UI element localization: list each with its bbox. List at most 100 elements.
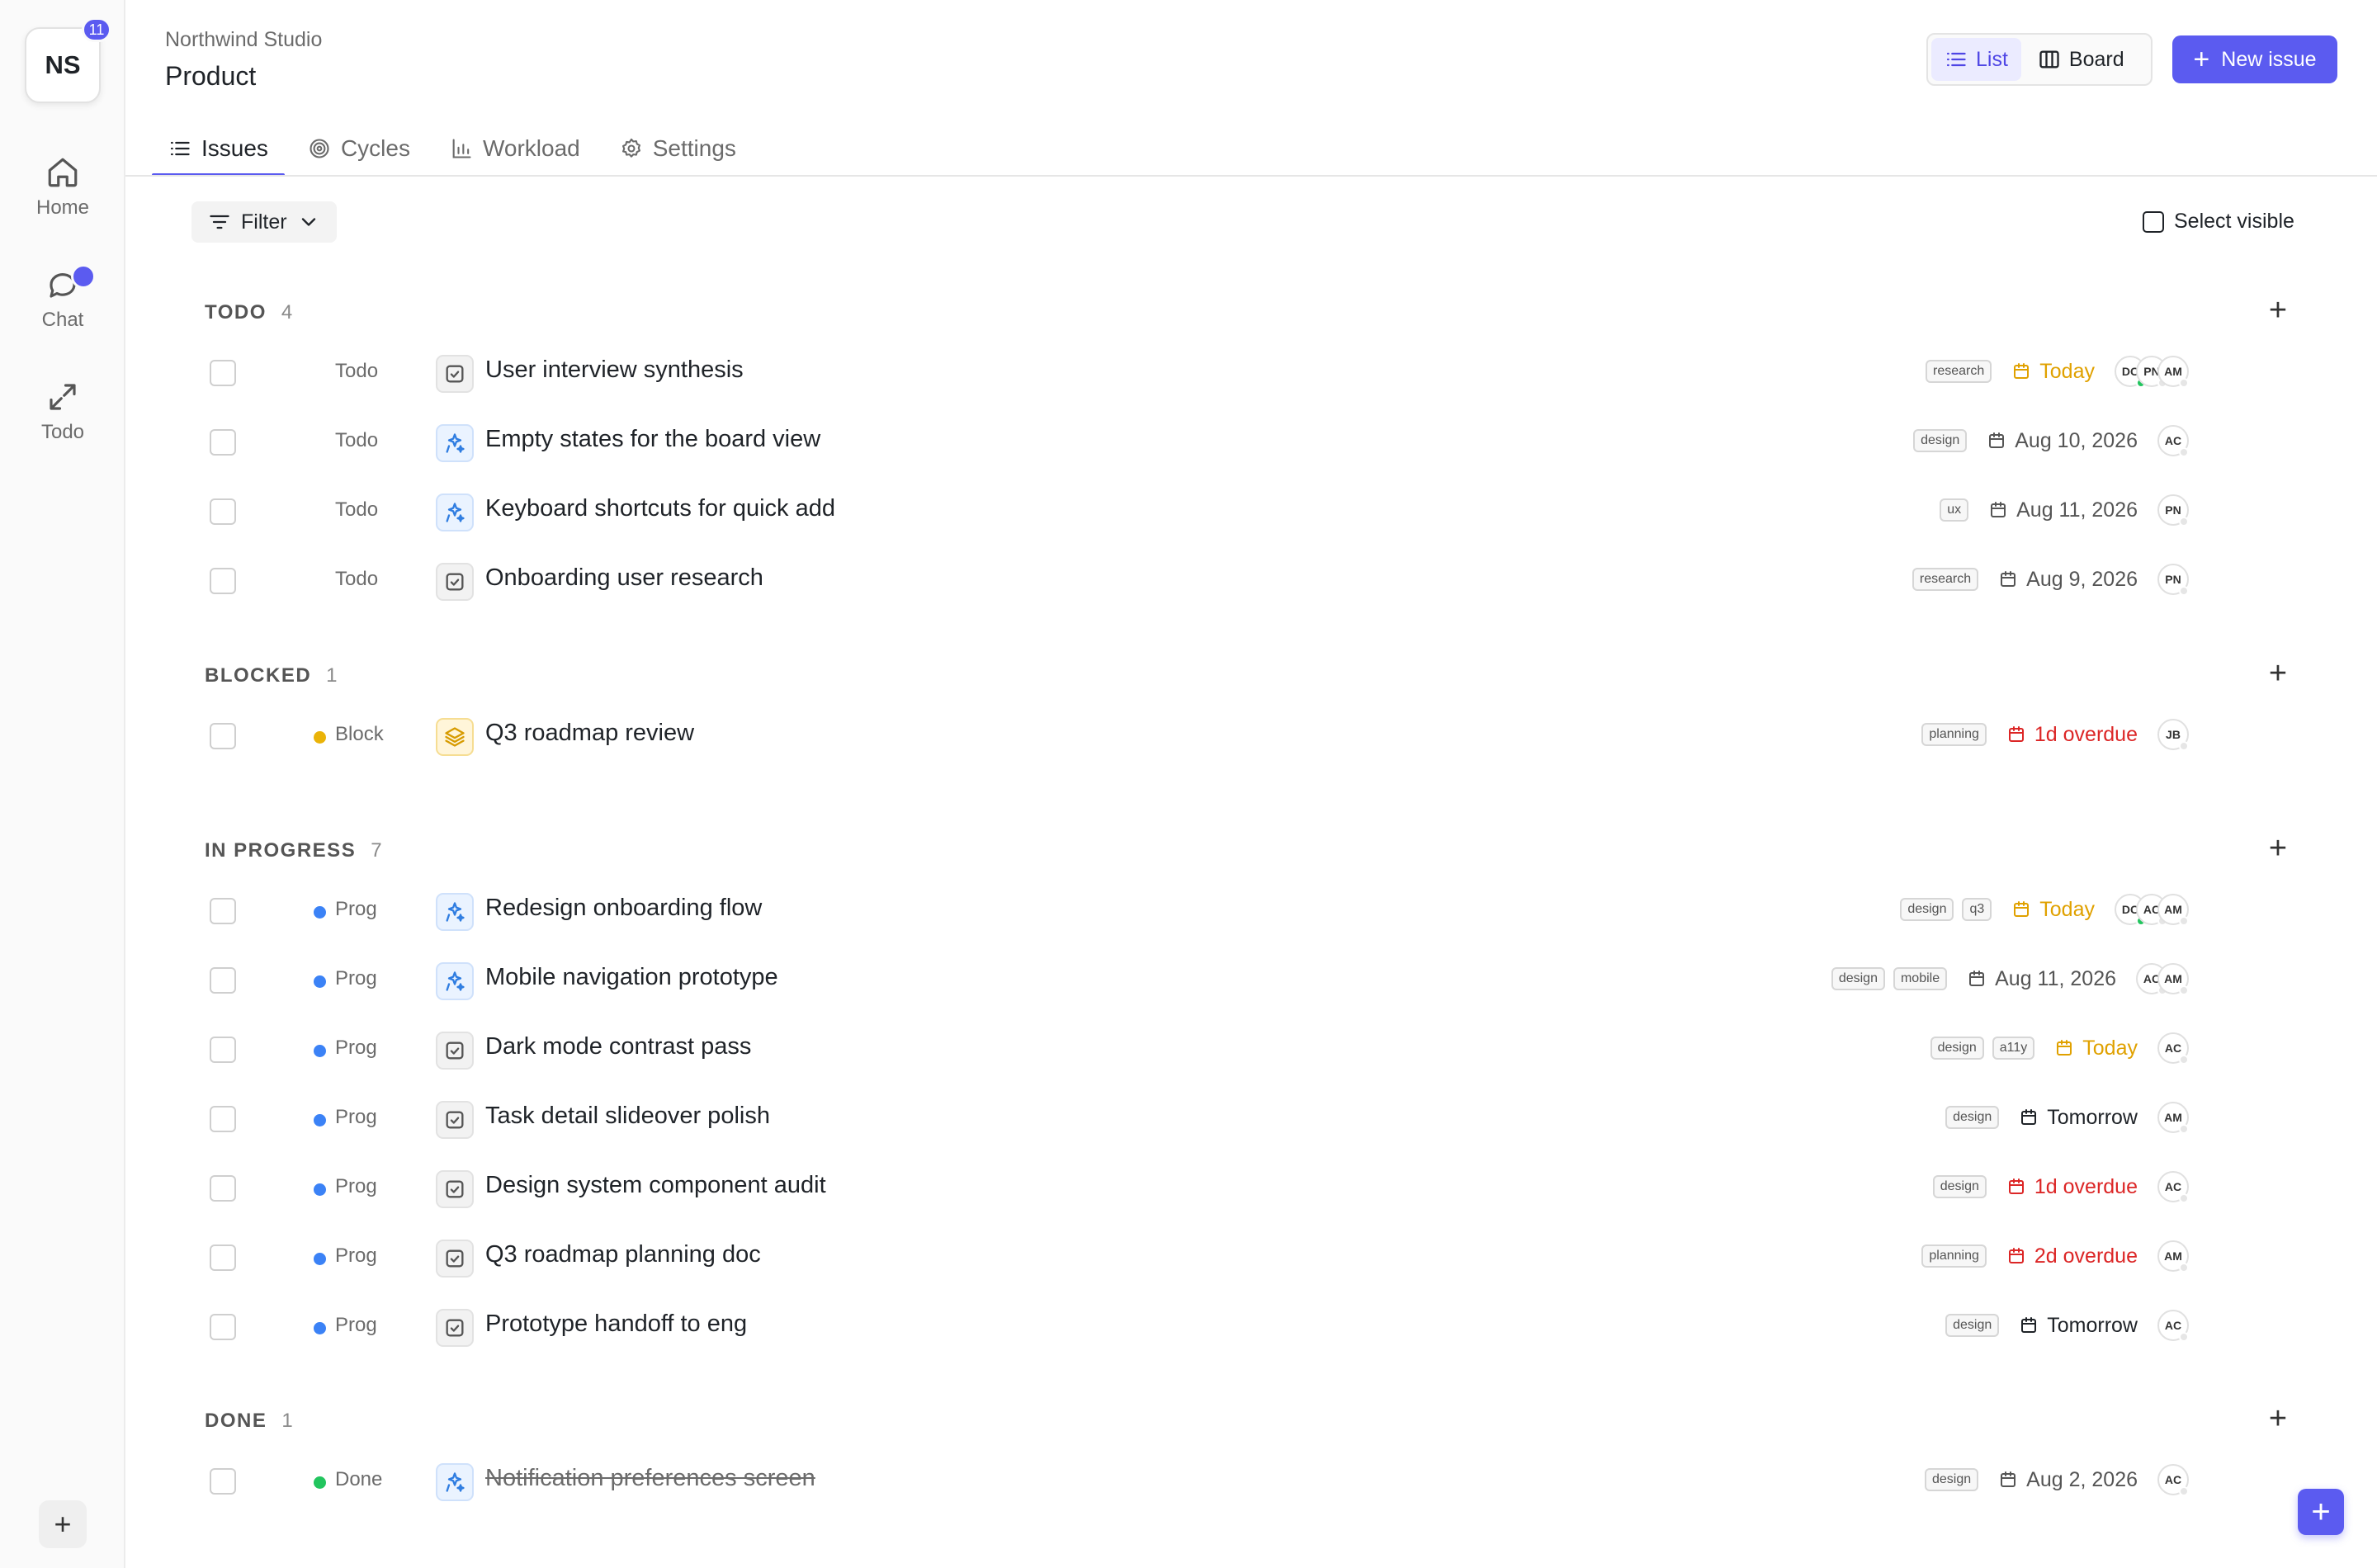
filter-button[interactable]: Filter xyxy=(191,201,337,243)
status-label[interactable]: Prog xyxy=(335,1106,377,1129)
due-date[interactable]: 2d overdue xyxy=(2006,1244,2138,1268)
label-chip: design xyxy=(1930,1037,1984,1060)
issue-title[interactable]: Notification preferences screen xyxy=(485,1465,815,1492)
issue-row[interactable]: Prog Design system component audit design 1… xyxy=(191,1151,2189,1221)
row-checkbox[interactable] xyxy=(210,1244,236,1271)
status-label[interactable]: Prog xyxy=(335,898,377,921)
row-checkbox[interactable] xyxy=(210,1106,236,1132)
assignee-avatar[interactable]: AC xyxy=(2157,1171,2189,1203)
issue-title[interactable]: Task detail slideover polish xyxy=(485,1103,770,1130)
row-checkbox[interactable] xyxy=(210,1037,236,1063)
row-checkbox[interactable] xyxy=(210,967,236,994)
due-date[interactable]: Aug 11, 2026 xyxy=(1967,967,2116,991)
issue-title[interactable]: Design system component audit xyxy=(485,1172,826,1199)
assignee-avatar[interactable]: AM xyxy=(2157,963,2189,995)
issue-row[interactable]: Prog Task detail slideover polish design To… xyxy=(191,1082,2189,1151)
due-date[interactable]: 1d overdue xyxy=(2006,1175,2138,1199)
issue-title[interactable]: Q3 roadmap planning doc xyxy=(485,1241,761,1268)
issue-row[interactable]: Done Notification preferences screen desig… xyxy=(191,1444,2189,1514)
assignee-avatar[interactable]: AM xyxy=(2157,356,2189,388)
issue-title[interactable]: Empty states for the board view xyxy=(485,426,820,453)
row-checkbox[interactable] xyxy=(210,898,236,924)
select-visible-checkbox[interactable] xyxy=(2143,210,2164,233)
issue-row[interactable]: Block Q3 roadmap review planning 1d overdue… xyxy=(191,699,2189,768)
assignee-avatar[interactable]: AC xyxy=(2157,1032,2189,1065)
assignee-avatar[interactable]: AM xyxy=(2157,1240,2189,1273)
assignee-avatar[interactable]: JB xyxy=(2157,719,2189,751)
due-date[interactable]: 1d overdue xyxy=(2006,723,2138,747)
status-label[interactable]: Todo xyxy=(335,360,378,383)
row-checkbox[interactable] xyxy=(210,568,236,594)
tab-cycles[interactable]: Cycles xyxy=(291,120,427,177)
issue-row[interactable]: Todo Empty states for the board view desig… xyxy=(191,405,2189,475)
due-date[interactable]: Aug 2, 2026 xyxy=(1998,1468,2138,1492)
row-checkbox[interactable] xyxy=(210,429,236,456)
rail-item-chat[interactable]: Chat xyxy=(0,264,125,332)
due-date[interactable]: Aug 11, 2026 xyxy=(1988,498,2138,522)
issue-row[interactable]: Prog Prototype handoff to eng design Tomorr… xyxy=(191,1290,2189,1359)
due-date[interactable]: Today xyxy=(2054,1037,2138,1060)
issue-row[interactable]: Prog Redesign onboarding flow design q3 Toda… xyxy=(191,874,2189,943)
tab-workload[interactable]: Workload xyxy=(433,120,597,177)
board-view-button[interactable]: Board xyxy=(2025,38,2138,81)
assignee-avatar[interactable]: AC xyxy=(2157,425,2189,457)
due-date[interactable]: Today xyxy=(2011,360,2095,384)
tab-issues[interactable]: Issues xyxy=(152,120,285,177)
assignee-avatar[interactable]: AC xyxy=(2157,1310,2189,1342)
status-dot xyxy=(314,906,326,919)
status-label[interactable]: Prog xyxy=(335,1037,377,1060)
add-issue-to-group-button[interactable]: + xyxy=(2263,658,2293,689)
row-checkbox[interactable] xyxy=(210,723,236,749)
due-date[interactable]: Aug 9, 2026 xyxy=(1998,568,2138,592)
issue-title[interactable]: Prototype handoff to eng xyxy=(485,1311,747,1338)
add-issue-to-group-button[interactable]: + xyxy=(2263,1403,2293,1434)
issue-title[interactable]: Dark mode contrast pass xyxy=(485,1033,751,1060)
quick-add-button[interactable]: + xyxy=(2298,1489,2344,1535)
due-date[interactable]: Today xyxy=(2011,898,2095,922)
status-label[interactable]: Done xyxy=(335,1468,382,1491)
status-label[interactable]: Prog xyxy=(335,1244,377,1268)
issue-row[interactable]: Todo Keyboard shortcuts for quick add ux Au… xyxy=(191,475,2189,544)
rail-item-home[interactable]: Home xyxy=(0,155,125,220)
assignee-avatar[interactable]: AM xyxy=(2157,1102,2189,1134)
status-label[interactable]: Prog xyxy=(335,967,377,990)
issue-row[interactable]: Prog Mobile navigation prototype design mob… xyxy=(191,943,2189,1013)
row-checkbox[interactable] xyxy=(210,1314,236,1340)
assignee-avatar[interactable]: AM xyxy=(2157,894,2189,926)
tab-bar: Issues Cycles Workload Settings xyxy=(152,120,753,177)
assignee-avatar[interactable]: PN xyxy=(2157,494,2189,527)
issue-title[interactable]: Keyboard shortcuts for quick add xyxy=(485,495,835,522)
tab-settings[interactable]: Settings xyxy=(603,120,753,177)
due-date[interactable]: Tomorrow xyxy=(2019,1314,2138,1338)
list-view-button[interactable]: List xyxy=(1931,38,2021,81)
assignee-avatar[interactable]: AC xyxy=(2157,1464,2189,1496)
add-workspace-button[interactable]: + xyxy=(39,1500,87,1548)
rail-item-todo[interactable]: Todo xyxy=(0,380,125,444)
row-checkbox[interactable] xyxy=(210,1468,236,1495)
row-checkbox[interactable] xyxy=(210,1175,236,1202)
issue-row[interactable]: Todo Onboarding user research research Aug … xyxy=(191,544,2189,613)
select-visible-toggle[interactable]: Select visible xyxy=(2143,210,2294,234)
issue-row[interactable]: Prog Q3 roadmap planning doc planning 2d ov… xyxy=(191,1221,2189,1290)
issue-title[interactable]: Onboarding user research xyxy=(485,564,763,592)
issue-title[interactable]: User interview synthesis xyxy=(485,357,744,384)
assignee-avatar[interactable]: PN xyxy=(2157,564,2189,596)
add-issue-to-group-button[interactable]: + xyxy=(2263,833,2293,864)
status-label[interactable]: Todo xyxy=(335,429,378,452)
issue-title[interactable]: Q3 roadmap review xyxy=(485,720,694,747)
due-date[interactable]: Tomorrow xyxy=(2019,1106,2138,1130)
status-label[interactable]: Prog xyxy=(335,1314,377,1337)
issue-row[interactable]: Todo User interview synthesis research Toda… xyxy=(191,336,2189,405)
issue-row[interactable]: Prog Dark mode contrast pass design a11y Tod… xyxy=(191,1013,2189,1082)
status-label[interactable]: Block xyxy=(335,723,384,746)
due-date[interactable]: Aug 10, 2026 xyxy=(1987,429,2138,453)
status-label[interactable]: Todo xyxy=(335,498,378,522)
status-label[interactable]: Prog xyxy=(335,1175,377,1198)
status-label[interactable]: Todo xyxy=(335,568,378,591)
add-issue-to-group-button[interactable]: + xyxy=(2263,295,2293,326)
row-checkbox[interactable] xyxy=(210,360,236,386)
new-issue-button[interactable]: + New issue xyxy=(2172,35,2337,83)
row-checkbox[interactable] xyxy=(210,498,236,525)
issue-title[interactable]: Mobile navigation prototype xyxy=(485,964,778,991)
issue-title[interactable]: Redesign onboarding flow xyxy=(485,895,762,922)
